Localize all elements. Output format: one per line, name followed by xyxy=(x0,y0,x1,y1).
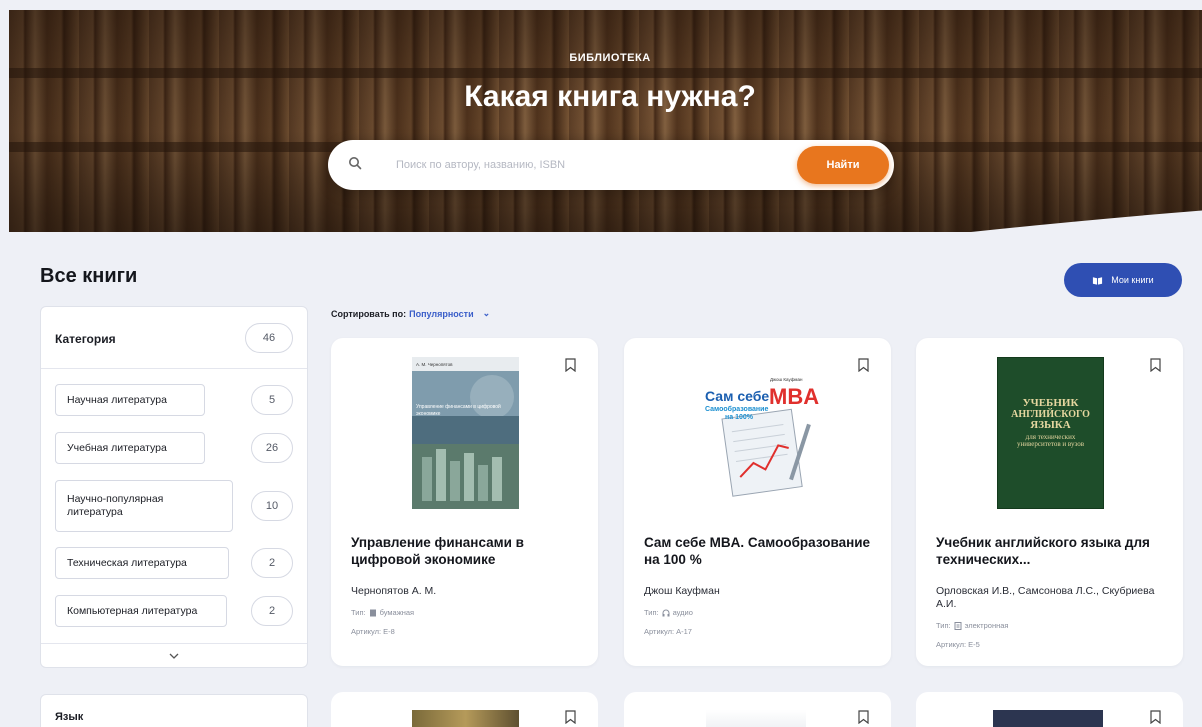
category-filter: Категория 46 Научная литература 5 Учебна… xyxy=(40,306,308,668)
hero-banner xyxy=(9,10,1202,232)
article-value: Е-8 xyxy=(383,627,395,636)
article-value: А-17 xyxy=(676,627,692,636)
cover-line: УЧЕБНИК xyxy=(1022,397,1079,409)
my-books-button[interactable]: Мои книги xyxy=(1064,263,1182,297)
book-article: Артикул: Е-8 xyxy=(351,627,395,636)
book-author: Джош Кауфман xyxy=(644,585,720,597)
sort-value: Популярности xyxy=(409,308,474,319)
book-cover xyxy=(706,710,806,727)
book-card[interactable]: Управление финансами в цифровой экономик… xyxy=(331,338,598,666)
page-title: Все книги xyxy=(40,265,138,287)
book-cover xyxy=(412,357,519,509)
book-card[interactable]: УЧЕБНИК АНГЛИЙСКОГО ЯЗЫКА для технически… xyxy=(916,338,1183,666)
bookmark-icon[interactable] xyxy=(858,710,869,724)
category-count: 10 xyxy=(251,491,293,521)
category-item-technical[interactable]: Техническая литература xyxy=(55,547,229,579)
hero-kicker: БИБЛИОТЕКА xyxy=(569,52,651,64)
bookmark-icon[interactable] xyxy=(1150,710,1161,724)
chevron-down-icon xyxy=(169,653,179,659)
type-value: электронная xyxy=(964,621,1009,630)
sort-label: Сортировать по: xyxy=(331,308,407,319)
search-icon xyxy=(349,157,362,170)
category-count: 2 xyxy=(251,548,293,578)
category-count: 26 xyxy=(251,433,293,463)
search-button[interactable]: Найти xyxy=(797,146,889,184)
type-label: Тип: xyxy=(644,608,659,617)
book-author: Чернопятов А. М. xyxy=(351,585,437,597)
book-cover: УЧЕБНИК АНГЛИЙСКОГО ЯЗЫКА для технически… xyxy=(997,357,1104,509)
ebook-icon xyxy=(954,621,962,630)
filter-total-count: 46 xyxy=(245,323,293,353)
book-article: Артикул: Е-5 xyxy=(936,640,980,649)
book-article: Артикул: А-17 xyxy=(644,627,692,636)
article-label: Артикул: xyxy=(644,627,675,636)
category-item-educational[interactable]: Учебная литература xyxy=(55,432,205,464)
book-title[interactable]: Сам себе MBA. Самообразование на 100 % xyxy=(644,535,874,569)
caret-down-icon: ⌄ xyxy=(482,308,491,318)
book-cover xyxy=(993,710,1103,727)
cover-image xyxy=(694,357,824,509)
book-cover xyxy=(694,357,824,509)
filter-header[interactable]: Категория 46 xyxy=(41,307,307,369)
type-value: аудио xyxy=(672,608,693,617)
book-title[interactable]: Учебник английского языка для технически… xyxy=(936,535,1166,569)
cover-subtitle: на 100% xyxy=(725,414,753,421)
cover-line: для технических университетов и вузов xyxy=(1017,432,1084,448)
bookmark-icon[interactable] xyxy=(858,358,869,372)
filter-title: Язык xyxy=(55,711,84,723)
cover-line: ЯЗЫКА xyxy=(1030,419,1071,432)
book-icon xyxy=(369,609,376,616)
cover-title: Сам себе xyxy=(705,388,770,404)
cover-subtitle: Самообразование xyxy=(705,406,769,413)
type-label: Тип: xyxy=(936,621,951,630)
search-bar: Найти xyxy=(328,140,894,190)
category-count: 5 xyxy=(251,385,293,415)
cover-title: Управление финансами в цифровой экономик… xyxy=(416,404,501,417)
bookmark-icon[interactable] xyxy=(1150,358,1161,372)
sort-control[interactable]: Сортировать по: Популярности ⌄ xyxy=(331,308,490,319)
article-label: Артикул: xyxy=(351,627,382,636)
hero-title: Какая книга нужна? xyxy=(464,80,756,113)
bookmark-icon[interactable] xyxy=(565,358,576,372)
book-type: Тип: электронная xyxy=(936,621,1008,630)
category-item-popular-science[interactable]: Научно-популярная литература xyxy=(55,480,233,532)
article-label: Артикул: xyxy=(936,640,967,649)
cover-title-block: Сам себе MBA Самообразование на 100% xyxy=(705,384,825,424)
book-card[interactable] xyxy=(916,692,1183,727)
book-type: Тип: аудио xyxy=(644,608,693,617)
category-count: 2 xyxy=(251,596,293,626)
book-author: Орловская И.В., Самсонова Л.С., Скубриев… xyxy=(936,585,1155,611)
book-card[interactable] xyxy=(624,692,891,727)
article-value: Е-5 xyxy=(968,640,980,649)
search-input[interactable] xyxy=(396,154,776,176)
book-title[interactable]: Управление финансами в цифровой экономик… xyxy=(351,535,581,569)
cover-title-mba: MBA xyxy=(769,384,820,409)
type-label: Тип: xyxy=(351,608,366,617)
filter-title: Категория xyxy=(55,332,116,346)
open-book-icon xyxy=(1093,276,1103,285)
type-value: бумажная xyxy=(379,608,415,617)
cover-author: А. М. Чернопятов xyxy=(416,362,453,367)
headphones-icon xyxy=(662,609,670,616)
hero-overlay xyxy=(9,10,1202,232)
cover-text: УЧЕБНИК АНГЛИЙСКОГО ЯЗЫКА для технически… xyxy=(998,397,1103,448)
language-filter[interactable]: Язык xyxy=(40,694,308,727)
bookmark-icon[interactable] xyxy=(565,710,576,724)
book-card[interactable] xyxy=(331,692,598,727)
category-item-computer[interactable]: Компьютерная литература xyxy=(55,595,227,627)
book-type: Тип: бумажная xyxy=(351,608,414,617)
cover-image xyxy=(412,357,519,509)
book-cover xyxy=(412,710,519,727)
cover-author: Джош Кауфман xyxy=(770,377,803,382)
my-books-label: Мои книги xyxy=(1111,275,1154,285)
category-item-scientific[interactable]: Научная литература xyxy=(55,384,205,416)
show-more-toggle[interactable] xyxy=(41,643,307,667)
